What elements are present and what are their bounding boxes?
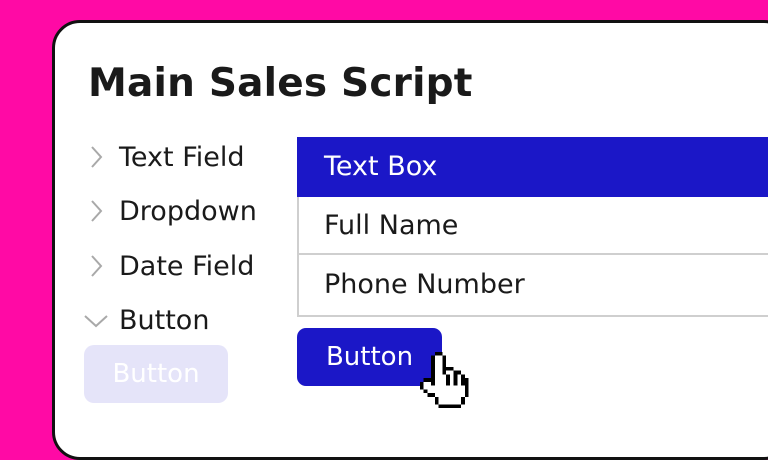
sidebar-item-label: Button (119, 304, 210, 336)
sidebar-item-label: Date Field (119, 250, 255, 282)
sidebar-item-label: Text Field (119, 141, 245, 173)
chevron-right-icon (91, 146, 103, 168)
list-item[interactable]: Phone Number (299, 255, 768, 313)
sidebar-item-label: Dropdown (119, 195, 257, 227)
sidebar-item-date-field[interactable]: Date Field (84, 246, 254, 286)
chevron-down-icon (84, 315, 108, 328)
chevron-right-icon (91, 200, 103, 222)
list-item[interactable]: Full Name (299, 197, 768, 255)
sidebar-item-dropdown[interactable]: Dropdown (84, 191, 257, 231)
sidebar-item-button[interactable]: Button (84, 300, 209, 340)
field-list: Text Box Full Name Phone Number (297, 137, 768, 317)
page-title: Main Sales Script (88, 61, 473, 106)
chevron-right-icon (91, 255, 103, 277)
list-item[interactable]: Text Box (297, 137, 768, 197)
sidebar-item-text-field[interactable]: Text Field (84, 137, 245, 177)
button-preview[interactable]: Button (84, 345, 228, 403)
hand-pointer-icon (420, 352, 469, 408)
